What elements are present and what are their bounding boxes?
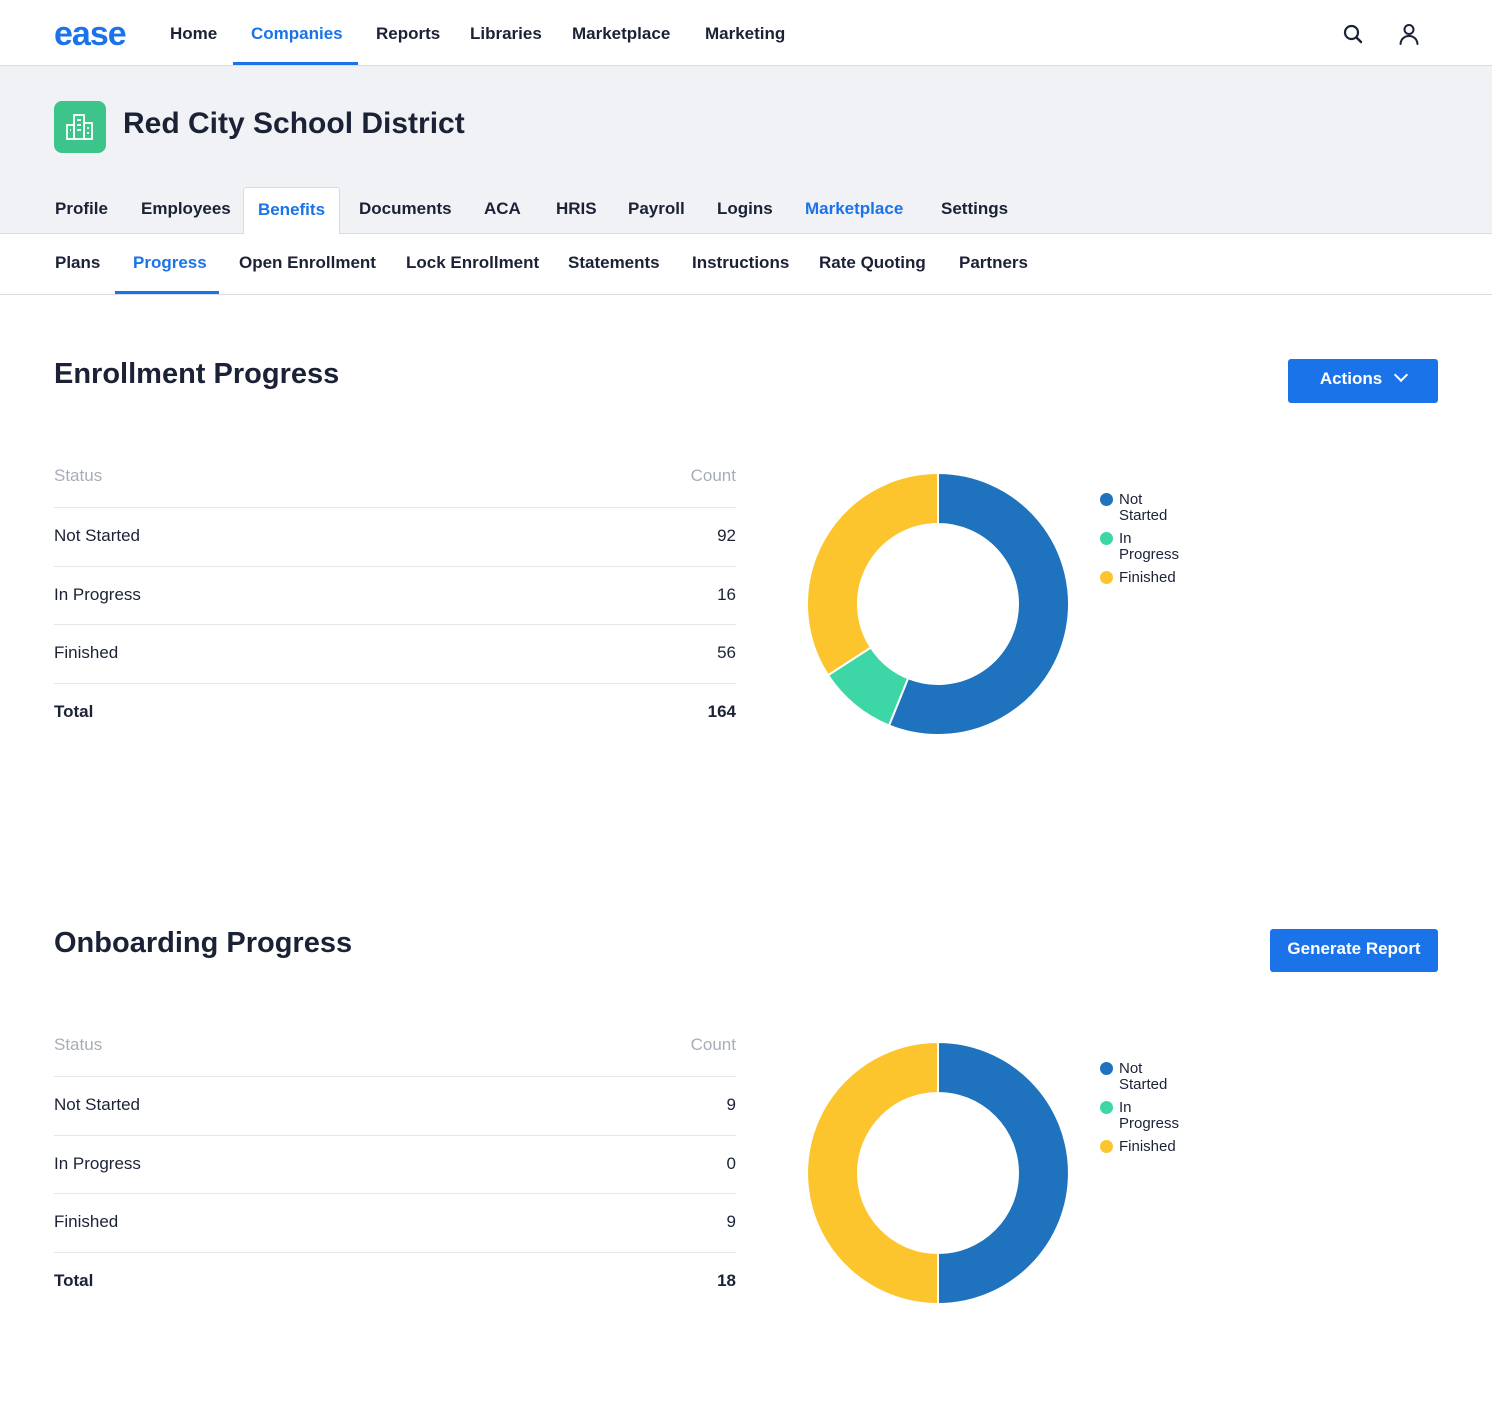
nav-companies[interactable]: Companies (251, 0, 343, 66)
slice-finished (806, 1040, 939, 1306)
table-total-row: Total 18 (54, 1251, 736, 1311)
nav-marketing[interactable]: Marketing (705, 0, 785, 66)
slice-not-started (937, 1040, 1070, 1306)
row-count: 92 (717, 526, 736, 545)
top-navigation: ease Home Companies Reports Libraries Ma… (0, 0, 1492, 66)
row-count: 9 (726, 1095, 736, 1114)
legend-label: Not Started (1119, 1060, 1168, 1093)
legend-swatch (1100, 532, 1113, 545)
active-subtab-indicator (115, 291, 219, 294)
row-status: Finished (54, 643, 119, 662)
building-icon (54, 101, 106, 153)
nav-reports[interactable]: Reports (376, 0, 440, 66)
table-row: Not Started 92 (54, 507, 736, 566)
legend-label: In Progress (1119, 1099, 1180, 1132)
tab-benefits[interactable]: Benefits (243, 187, 340, 234)
legend-label: In Progress (1119, 530, 1180, 563)
count-header: Count (690, 466, 736, 485)
nav-marketplace[interactable]: Marketplace (572, 0, 670, 66)
subtab-progress[interactable]: Progress (133, 234, 207, 292)
enrollment-table: Status Count Not Started 92 In Progress … (54, 447, 736, 741)
table-header: Status Count (54, 447, 736, 507)
row-status: Finished (54, 1212, 119, 1231)
tab-payroll[interactable]: Payroll (628, 196, 685, 222)
total-label: Total (54, 1270, 94, 1290)
legend-swatch (1100, 1062, 1113, 1075)
subtab-partners[interactable]: Partners (959, 234, 1028, 292)
benefits-subnav: Plans Progress Open Enrollment Lock Enro… (0, 234, 1492, 295)
row-status: Not Started (54, 526, 140, 545)
actions-dropdown-button[interactable]: Actions (1288, 359, 1438, 403)
enrollment-donut-chart (806, 471, 1070, 736)
company-name: Red City School District (123, 107, 465, 140)
tab-profile[interactable]: Profile (55, 196, 108, 222)
table-row: In Progress 16 (54, 565, 736, 625)
status-header: Status (54, 466, 103, 485)
table-row: Not Started 9 (54, 1076, 736, 1135)
table-header: Status Count (54, 1016, 736, 1076)
count-header: Count (690, 1035, 736, 1054)
generate-report-button[interactable]: Generate Report (1270, 929, 1438, 972)
status-header: Status (54, 1035, 103, 1054)
row-status: In Progress (54, 1153, 141, 1173)
subtab-plans[interactable]: Plans (55, 234, 100, 292)
subtab-lock-enrollment[interactable]: Lock Enrollment (406, 234, 539, 292)
row-count: 16 (717, 584, 736, 604)
slice-finished (806, 471, 939, 677)
subtab-rate-quoting[interactable]: Rate Quoting (819, 234, 926, 292)
row-status: Not Started (54, 1095, 140, 1114)
legend-label: Finished (1119, 1138, 1176, 1155)
active-nav-indicator (233, 62, 358, 65)
tab-employees[interactable]: Employees (141, 196, 231, 222)
subtab-statements[interactable]: Statements (568, 234, 660, 292)
tab-documents[interactable]: Documents (359, 196, 452, 222)
nav-home[interactable]: Home (170, 0, 217, 66)
table-total-row: Total 164 (54, 682, 736, 742)
table-row: Finished 9 (54, 1193, 736, 1252)
legend-swatch (1100, 1140, 1113, 1153)
tab-marketplace[interactable]: Marketplace (805, 196, 903, 222)
user-profile-icon[interactable] (1397, 22, 1421, 46)
table-row: Finished 56 (54, 624, 736, 683)
total-count: 164 (707, 701, 736, 721)
total-count: 18 (717, 1270, 736, 1290)
row-status: In Progress (54, 584, 141, 604)
tab-benefits-label: Benefits (257, 200, 326, 219)
onboarding-table: Status Count Not Started 9 In Progress 0… (54, 1016, 736, 1310)
tab-logins[interactable]: Logins (717, 196, 773, 222)
subtab-open-enrollment[interactable]: Open Enrollment (239, 234, 376, 292)
nav-libraries[interactable]: Libraries (470, 0, 542, 66)
onboarding-progress-title: Onboarding Progress (54, 927, 353, 959)
tab-settings[interactable]: Settings (941, 196, 1008, 222)
chevron-down-icon (1394, 367, 1409, 383)
legend-label: Finished (1119, 569, 1176, 586)
legend-swatch (1100, 493, 1113, 506)
row-count: 0 (726, 1153, 736, 1173)
legend-swatch (1100, 571, 1113, 584)
tab-hris[interactable]: HRIS (556, 196, 597, 222)
actions-button-label: Actions (1319, 369, 1383, 388)
company-header: Red City School District Profile Employe… (0, 66, 1492, 234)
ease-logo[interactable]: ease (54, 14, 127, 54)
subtab-instructions[interactable]: Instructions (692, 234, 789, 292)
total-label: Total (54, 701, 94, 721)
search-icon[interactable] (1341, 22, 1365, 46)
enrollment-progress-title: Enrollment Progress (54, 358, 340, 390)
onboarding-donut-chart (806, 1040, 1070, 1306)
legend-swatch (1100, 1101, 1113, 1114)
row-count: 9 (726, 1212, 736, 1231)
tab-aca[interactable]: ACA (484, 196, 521, 222)
row-count: 56 (717, 643, 736, 662)
legend-label: Not Started (1119, 491, 1168, 524)
table-row: In Progress 0 (54, 1134, 736, 1194)
